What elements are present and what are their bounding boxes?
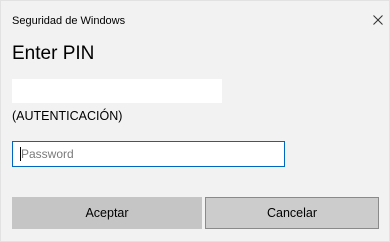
close-button[interactable] xyxy=(369,9,387,29)
window-title: Seguridad de Windows xyxy=(12,15,126,27)
dialog-heading: Enter PIN xyxy=(12,43,95,64)
close-icon xyxy=(373,15,383,25)
accept-button[interactable]: Aceptar xyxy=(12,197,202,229)
windows-security-dialog: Seguridad de Windows Enter PIN (AUTENTIC… xyxy=(0,0,390,242)
cancel-button[interactable]: Cancelar xyxy=(205,197,379,229)
title-bar: Seguridad de Windows xyxy=(1,1,389,35)
password-input[interactable] xyxy=(12,141,285,167)
dialog-subtitle: (AUTENTICACIÓN) xyxy=(12,109,123,123)
blank-info-field xyxy=(12,79,222,103)
text-caret xyxy=(20,147,21,161)
